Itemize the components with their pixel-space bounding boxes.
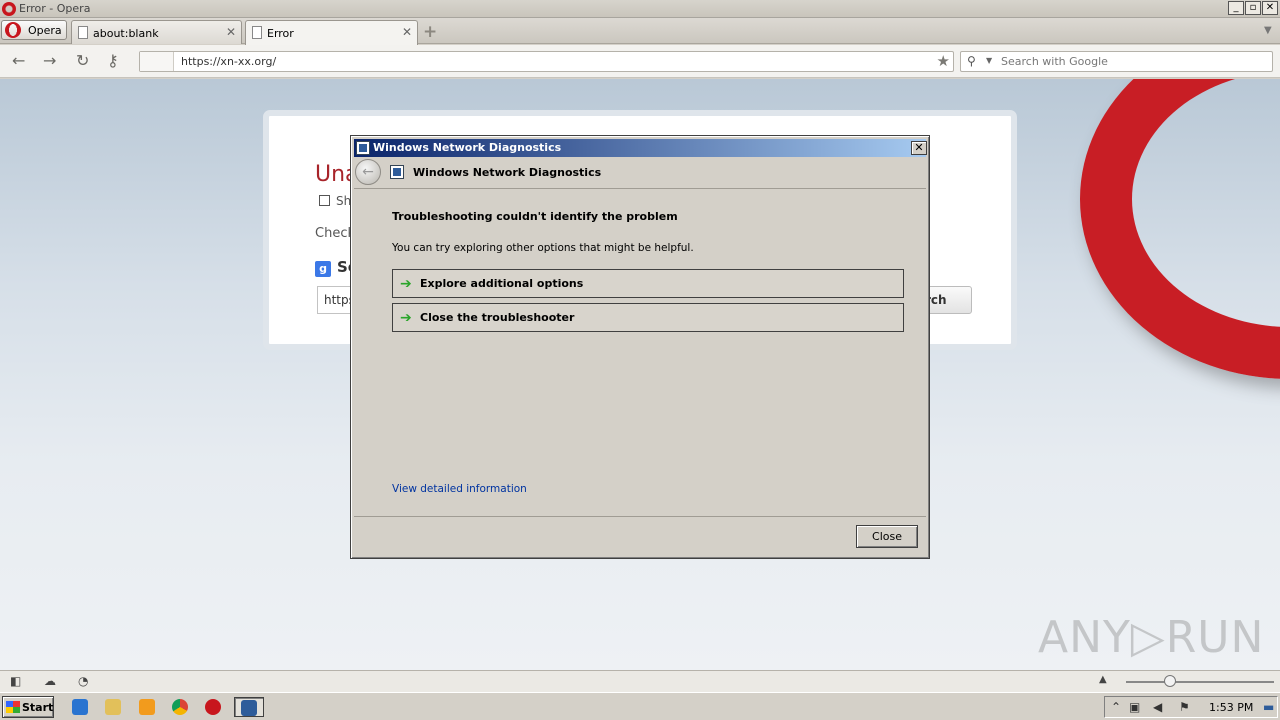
network-diagnostics-dialog: Windows Network Diagnostics ✕ ← Windows … <box>350 135 930 559</box>
opera-taskbar-icon[interactable] <box>202 697 224 717</box>
error-checkbox-label: Sh <box>336 194 352 208</box>
minimize-button[interactable]: _ <box>1228 1 1244 15</box>
tab-bar: Opera about:blank ✕ Error ✕ + ▼ <box>0 18 1280 45</box>
tab-list-chevron-icon[interactable]: ▼ <box>1264 25 1272 36</box>
error-check-text: Check <box>315 226 355 241</box>
page-icon <box>252 26 262 39</box>
close-troubleshooter-button[interactable]: ➔ Close the troubleshooter <box>392 303 904 332</box>
dialog-title: Windows Network Diagnostics <box>373 141 562 154</box>
dialog-header-title: Windows Network Diagnostics <box>413 166 602 179</box>
key-icon[interactable]: ⚷ <box>107 52 119 70</box>
opera-menu-button[interactable]: Opera <box>1 20 67 40</box>
tab-label: Error <box>267 27 294 40</box>
zoom-up-icon[interactable]: ▲ <box>1099 674 1107 685</box>
dialog-main-message: Troubleshooting couldn't identify the pr… <box>392 210 678 223</box>
clock[interactable]: 1:53 PM <box>1209 701 1253 714</box>
dialog-body: Troubleshooting couldn't identify the pr… <box>354 190 926 516</box>
google-icon: g <box>315 261 331 277</box>
windows-taskbar: Start ⌃ ▣ ◀ ⚑ 1:53 PM ▬ <box>0 692 1280 720</box>
address-toolbar: ← → ↻ ⚷ https://xn-xx.org/ ★ ⚲ ▼ Search … <box>0 45 1280 78</box>
diagnostics-icon <box>390 165 404 179</box>
show-desktop-icon[interactable]: ▬ <box>1263 700 1274 714</box>
reload-button[interactable]: ↻ <box>76 52 89 70</box>
speedometer-icon[interactable]: ◔ <box>78 674 88 688</box>
panel-toggle-icon[interactable]: ◧ <box>10 674 21 688</box>
dialog-footer: Close <box>354 516 926 556</box>
tab-label: about:blank <box>93 27 159 40</box>
option-label: Explore additional options <box>420 277 584 290</box>
close-window-button[interactable]: ✕ <box>1262 1 1278 15</box>
opera-app-icon[interactable] <box>2 2 16 16</box>
network-icon[interactable]: ▣ <box>1129 700 1140 714</box>
view-details-link[interactable]: View detailed information <box>392 483 527 495</box>
dialog-close-button[interactable]: Close <box>856 525 918 548</box>
chrome-icon[interactable] <box>169 697 191 717</box>
opera-title-bar: Error - Opera _ ▫ ✕ <box>0 0 1280 18</box>
search-engine-chevron-icon[interactable]: ▼ <box>986 56 992 65</box>
internet-explorer-icon[interactable] <box>69 697 91 717</box>
window-title: Error - Opera <box>19 2 91 15</box>
error-checkbox[interactable] <box>319 195 330 206</box>
opera-status-bar: ◧ ☁ ◔ ▲ <box>0 670 1280 692</box>
diagnostics-icon <box>356 141 370 155</box>
site-security-badge[interactable] <box>140 52 174 71</box>
tab-close-icon[interactable]: ✕ <box>226 25 236 39</box>
back-button[interactable]: ← <box>12 52 25 70</box>
dialog-close-x-button[interactable]: ✕ <box>911 141 927 155</box>
address-field[interactable]: https://xn-xx.org/ ★ <box>139 51 954 72</box>
dialog-back-button[interactable]: ← <box>355 159 381 185</box>
folder-icon[interactable] <box>102 697 124 717</box>
error-search-button[interactable]: rch <box>924 286 972 314</box>
bookmark-star-icon[interactable]: ★ <box>937 52 950 70</box>
dialog-title-bar: Windows Network Diagnostics ✕ <box>354 139 927 157</box>
tab-close-icon[interactable]: ✕ <box>402 25 412 39</box>
search-placeholder: Search with Google <box>1001 55 1108 68</box>
windows-flag-icon <box>6 701 20 713</box>
opera-logo-icon <box>5 22 21 38</box>
opera-menu-label: Opera <box>28 24 62 37</box>
media-player-icon[interactable] <box>136 697 158 717</box>
start-button[interactable]: Start <box>2 696 54 718</box>
action-center-flag-icon[interactable]: ⚑ <box>1179 700 1190 714</box>
dialog-sub-message: You can try exploring other options that… <box>392 242 694 254</box>
option-label: Close the troubleshooter <box>420 311 575 324</box>
start-label: Start <box>22 701 54 714</box>
cloud-icon[interactable]: ☁ <box>44 674 56 688</box>
maximize-button[interactable]: ▫ <box>1245 1 1261 15</box>
zoom-slider[interactable] <box>1126 681 1274 683</box>
system-tray: ⌃ ▣ ◀ ⚑ 1:53 PM ▬ <box>1104 696 1278 718</box>
forward-button[interactable]: → <box>43 52 56 70</box>
explore-options-button[interactable]: ➔ Explore additional options <box>392 269 904 298</box>
url-text[interactable]: https://xn-xx.org/ <box>181 55 276 68</box>
tab-error[interactable]: Error ✕ <box>245 20 418 45</box>
new-tab-button[interactable]: + <box>423 22 437 42</box>
anyrun-watermark: ANY▷RUN <box>1038 612 1265 663</box>
green-arrow-icon: ➔ <box>400 276 412 292</box>
tray-expand-icon[interactable]: ⌃ <box>1111 700 1121 714</box>
dialog-header: ← Windows Network Diagnostics <box>354 157 926 189</box>
page-icon <box>78 26 88 39</box>
zoom-slider-knob[interactable] <box>1164 675 1177 687</box>
diagnostics-taskbar-icon[interactable] <box>234 697 264 717</box>
tab-about-blank[interactable]: about:blank ✕ <box>71 20 242 44</box>
search-icon: ⚲ <box>967 54 976 68</box>
green-arrow-icon: ➔ <box>400 310 412 326</box>
volume-icon[interactable]: ◀ <box>1153 700 1162 714</box>
search-input[interactable]: ⚲ ▼ Search with Google <box>960 51 1273 72</box>
opera-background-logo <box>1080 79 1280 379</box>
